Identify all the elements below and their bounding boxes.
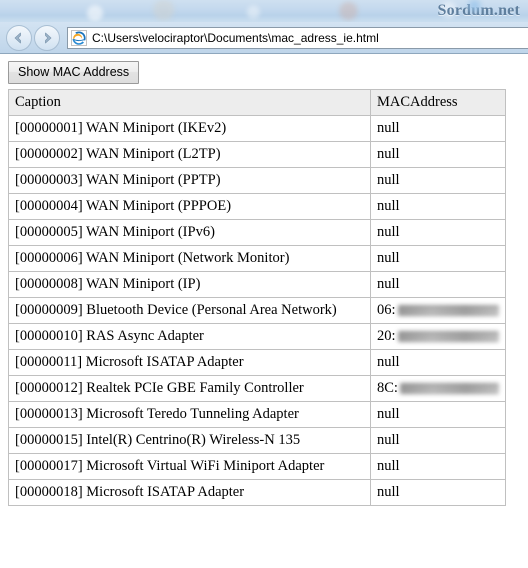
table-row: [00000006] WAN Miniport (Network Monitor… [8, 245, 506, 272]
table-row: [00000002] WAN Miniport (L2TP) null [8, 141, 506, 168]
mac-prefix: 06: [377, 302, 396, 318]
cell-macaddress: null [370, 167, 506, 194]
address-bar[interactable]: C:\Users\velociraptor\Documents\mac_adre… [67, 26, 528, 49]
cell-caption: [00000008] WAN Miniport (IP) [8, 271, 371, 298]
internet-explorer-icon [71, 29, 87, 46]
mac-blur-overlay [397, 331, 499, 342]
redacted-mac-value: 06: [377, 302, 499, 319]
cell-macaddress: null [370, 193, 506, 220]
cell-caption: [00000002] WAN Miniport (L2TP) [8, 141, 371, 168]
table-row: [00000001] WAN Miniport (IKEv2) null [8, 115, 506, 142]
cell-caption: [00000015] Intel(R) Centrino(R) Wireless… [8, 427, 371, 454]
show-mac-address-button[interactable]: Show MAC Address [8, 61, 140, 84]
cell-caption: [00000017] Microsoft Virtual WiFi Minipo… [8, 453, 371, 480]
cell-macaddress: null [370, 349, 506, 376]
address-input[interactable]: C:\Users\velociraptor\Documents\mac_adre… [92, 31, 379, 45]
column-header-caption: Caption [8, 89, 371, 116]
cell-caption: [00000003] WAN Miniport (PPTP) [8, 167, 371, 194]
table-row: [00000003] WAN Miniport (PPTP) null [8, 167, 506, 194]
forward-button[interactable] [34, 24, 60, 51]
table-header: Caption MACAddress [8, 89, 506, 116]
cell-macaddress: null [370, 401, 506, 428]
cell-caption: [00000006] WAN Miniport (Network Monitor… [8, 245, 371, 272]
table-row: [00000017] Microsoft Virtual WiFi Minipo… [8, 453, 506, 480]
mac-prefix: 20: [377, 328, 396, 344]
table-row: [00000013] Microsoft Teredo Tunneling Ad… [8, 401, 506, 428]
browser-window: Sordum.net C:\Users\velociraptor\Documen… [0, 0, 528, 568]
column-header-macaddress: MACAddress [370, 89, 506, 116]
cell-caption: [00000005] WAN Miniport (IPv6) [8, 219, 371, 246]
table-row: [00000010] RAS Async Adapter 20: [8, 323, 506, 350]
table-row: [00000011] Microsoft ISATAP Adapter null [8, 349, 506, 376]
cell-macaddress: 20: [370, 323, 506, 350]
back-button[interactable] [6, 24, 32, 51]
table-row: [00000018] Microsoft ISATAP Adapter null [8, 479, 506, 506]
back-arrow-icon [14, 32, 21, 43]
cell-macaddress: null [370, 427, 506, 454]
cell-caption: [00000001] WAN Miniport (IKEv2) [8, 115, 371, 142]
title-bar: Sordum.net [0, 0, 528, 22]
table-header-row: Caption MACAddress [8, 89, 506, 116]
navigation-toolbar: C:\Users\velociraptor\Documents\mac_adre… [0, 22, 528, 54]
table-row: [00000008] WAN Miniport (IP) null [8, 271, 506, 298]
cell-macaddress: null [370, 115, 506, 142]
table-body: [00000001] WAN Miniport (IKEv2) null [0000… [8, 115, 506, 506]
cell-macaddress: null [370, 479, 506, 506]
cell-caption: [00000011] Microsoft ISATAP Adapter [8, 349, 371, 376]
page-content: Show MAC Address Caption MACAddress [000… [0, 55, 528, 568]
mac-prefix: 8C: [377, 380, 398, 396]
cell-macaddress: 06: [370, 297, 506, 324]
mac-blur-overlay [399, 383, 499, 394]
table-row: [00000012] Realtek PCIe GBE Family Contr… [8, 375, 506, 402]
redacted-mac-value: 20: [377, 328, 499, 345]
cell-macaddress: null [370, 453, 506, 480]
cell-caption: [00000009] Bluetooth Device (Personal Ar… [8, 297, 371, 324]
site-watermark: Sordum.net [438, 0, 520, 22]
table-row: [00000005] WAN Miniport (IPv6) null [8, 219, 506, 246]
redacted-mac-value: 8C: [377, 380, 499, 397]
cell-macaddress: null [370, 271, 506, 298]
cell-caption: [00000013] Microsoft Teredo Tunneling Ad… [8, 401, 371, 428]
mac-blur-overlay [397, 305, 499, 316]
cell-caption: [00000012] Realtek PCIe GBE Family Contr… [8, 375, 371, 402]
table-row: [00000015] Intel(R) Centrino(R) Wireless… [8, 427, 506, 454]
cell-macaddress: null [370, 141, 506, 168]
cell-macaddress: null [370, 219, 506, 246]
watermark-glow [465, 0, 483, 14]
forward-arrow-icon [45, 32, 52, 43]
cell-macaddress: 8C: [370, 375, 506, 402]
cell-caption: [00000004] WAN Miniport (PPPOE) [8, 193, 371, 220]
network-adapters-table: Caption MACAddress [00000001] WAN Minipo… [8, 89, 506, 506]
cell-macaddress: null [370, 245, 506, 272]
cell-caption: [00000018] Microsoft ISATAP Adapter [8, 479, 371, 506]
table-row: [00000009] Bluetooth Device (Personal Ar… [8, 297, 506, 324]
cell-caption: [00000010] RAS Async Adapter [8, 323, 371, 350]
table-row: [00000004] WAN Miniport (PPPOE) null [8, 193, 506, 220]
